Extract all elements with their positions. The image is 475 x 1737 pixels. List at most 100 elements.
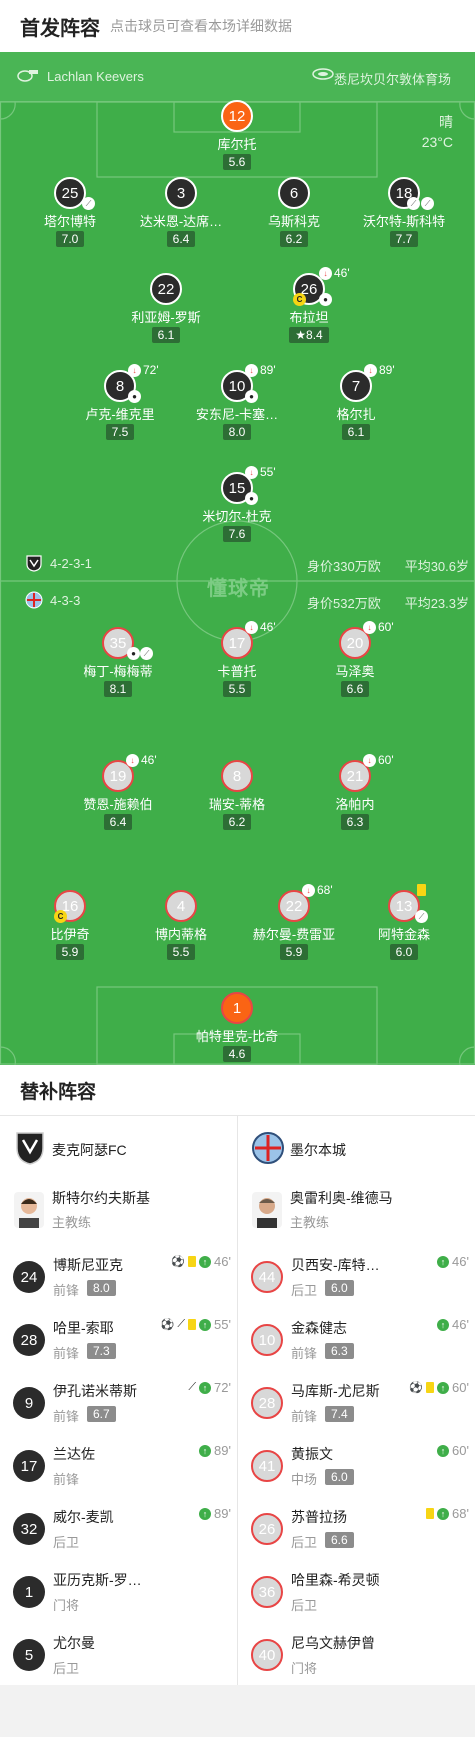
home-player[interactable]: 8 ↓ 72' ● 卢克-维克里 7.5 [60, 363, 180, 441]
sub-out-icon: ↓ [245, 621, 258, 634]
away-coach[interactable]: 奥雷利奥-维德马 主教练 [238, 1180, 475, 1244]
away-player[interactable]: 13 ⟋ 阿特金森 6.0 [344, 884, 464, 961]
away-player[interactable]: 16 C 比伊奇 5.9 [10, 890, 130, 961]
sub-out-icon: ↓ [302, 884, 315, 897]
sub-player[interactable]: 24 博斯尼亚克 前锋 8.0 ⚽ ↑ 46' [0, 1244, 237, 1307]
away-player[interactable]: 35 ● ⟋ 梅丁-梅梅蒂 8.1 [58, 627, 178, 698]
away-player[interactable]: 8 瑞安-蒂格 6.2 [177, 760, 297, 831]
player-number: 1 [221, 992, 253, 1024]
home-player[interactable]: 15 ↓ 55' ● 米切尔-杜克 7.6 [177, 465, 297, 543]
sub-in-icon: ↑ [437, 1444, 450, 1457]
player-rating: 6.1 [151, 327, 181, 343]
away-team-header[interactable]: 墨尔本城 [238, 1116, 475, 1180]
rating-value: 8.4 [306, 328, 323, 342]
away-formation: 4-3-3 [50, 593, 81, 608]
player-rating: 6.6 [325, 1532, 354, 1548]
away-player[interactable]: 4 博内蒂格 5.5 [121, 890, 241, 961]
player-name: 塔尔博特 [43, 214, 96, 229]
sub-minute: 55' [260, 465, 276, 479]
player-rating: 6.7 [87, 1406, 116, 1422]
coach-name: 奥雷利奥-维德马 [290, 1190, 393, 1206]
referee-name: Lachlan Keevers [47, 69, 144, 84]
home-team-header[interactable]: 麦克阿瑟FC [0, 1116, 237, 1180]
event-icons: ⚽ ↑ 46' [171, 1254, 231, 1269]
player-number: 24 [13, 1261, 45, 1293]
home-player-gk[interactable]: 12 库尔托 5.6 [177, 100, 297, 171]
sub-out-icon: ↓ [126, 754, 139, 767]
player-rating: 5.5 [222, 681, 252, 697]
sub-player[interactable]: 44 贝西安-库特… 后卫 6.0 ↑ 46' [238, 1244, 475, 1307]
player-rating: 6.0 [325, 1469, 354, 1485]
sub-player[interactable]: 5 尤尔曼 后卫 [0, 1622, 237, 1685]
player-name: 卢克-维克里 [85, 407, 155, 422]
away-player[interactable]: 21 ↓ 60' 洛帕内 6.3 [295, 753, 415, 831]
home-player[interactable]: 7 ↓ 89' 格尔扎 6.1 [296, 363, 416, 441]
player-name: 比伊奇 [50, 927, 90, 942]
sub-player[interactable]: 10 金森健志 前锋 6.3 ↑ 46' [238, 1307, 475, 1370]
event-icons: ⟋ ↑ 72' [188, 1380, 231, 1395]
sub-player[interactable]: 41 黄振文 中场 6.0 ↑ 60' [238, 1433, 475, 1496]
assist-icon: ⟋ [188, 1381, 197, 1393]
player-name: 卡普托 [217, 664, 257, 679]
player-rating: 6.4 [166, 231, 196, 247]
player-name: 尤尔曼 [53, 1635, 95, 1651]
player-position: 前锋 [291, 1346, 318, 1361]
sub-minute: 46' [334, 266, 350, 280]
home-value: 身价330万欧 [307, 559, 381, 574]
home-player[interactable]: 26 ↓ 46' C ● 布拉坦 ★8.4 [249, 266, 369, 344]
player-number: 9 [13, 1387, 45, 1419]
player-name: 黄振文 [291, 1446, 333, 1462]
substitutes-panel: 替补阵容 麦克阿瑟FC 斯特尔约夫斯基 主教练 24 博斯尼亚克 前锋 8.0 … [0, 1065, 475, 1685]
event-icons: ⚽ ⟋ ↑ 55' [161, 1317, 231, 1332]
away-player[interactable]: 20 ↓ 60' 马泽奥 6.6 [295, 620, 415, 698]
sub-in-icon: ↑ [199, 1255, 212, 1268]
event-icons: ↑ 60' [437, 1443, 469, 1458]
team-name: 墨尔本城 [290, 1142, 346, 1158]
player-rating: 6.0 [325, 1280, 354, 1296]
away-value: 身价532万欧 [307, 596, 381, 611]
sub-player[interactable]: 26 苏普拉扬 后卫 6.6 ↑ 68' [238, 1496, 475, 1559]
sub-player[interactable]: 32 威尔-麦凯 后卫 ↑ 89' [0, 1496, 237, 1559]
player-position: 前锋 [53, 1346, 80, 1361]
home-player[interactable]: 6 乌斯科克 6.2 [234, 177, 354, 248]
away-player-gk[interactable]: 1 帕特里克-比奇 4.6 [177, 992, 297, 1063]
player-rating: 6.4 [103, 814, 133, 830]
goal-icon: ● [245, 390, 258, 403]
player-name: 马库斯-尤尼斯 [291, 1383, 380, 1399]
sub-player[interactable]: 40 尼乌文赫伊曾 门将 [238, 1622, 475, 1685]
sub-minute: 46' [452, 1254, 469, 1269]
substitutes-title: 替补阵容 [20, 1082, 97, 1103]
assist-icon: ⟋ [177, 1318, 186, 1330]
player-number: 40 [251, 1639, 283, 1671]
sub-out-icon: ↓ [319, 267, 332, 280]
away-player[interactable]: 19 ↓ 46' 赞恩-施赖伯 6.4 [58, 753, 178, 831]
home-player[interactable]: 25 ⟋ 塔尔博特 7.0 [10, 177, 130, 248]
sub-player[interactable]: 9 伊孔诺米蒂斯 前锋 6.7 ⟋ ↑ 72' [0, 1370, 237, 1433]
home-player[interactable]: 22 利亚姆-罗斯 6.1 [106, 273, 226, 344]
goal-icon: ● [245, 492, 258, 505]
sub-player[interactable]: 36 哈里森-希灵顿 后卫 [238, 1559, 475, 1622]
player-name: 安东尼-卡塞… [195, 407, 279, 422]
player-name: 利亚姆-罗斯 [131, 310, 201, 325]
home-player[interactable]: 10 ↓ 89' ● 安东尼-卡塞… 8.0 [177, 363, 297, 441]
away-player[interactable]: 22 ↓ 68' 赫尔曼-费雷亚 5.9 [234, 883, 354, 961]
player-name: 达米恩-达席… [139, 214, 223, 229]
stadium-icon [312, 68, 334, 80]
player-position: 前锋 [53, 1472, 80, 1487]
away-player[interactable]: 17 ↓ 46' 卡普托 5.5 [177, 620, 297, 698]
sub-player[interactable]: 17 兰达佐 前锋 ↑ 89' [0, 1433, 237, 1496]
player-position: 后卫 [291, 1535, 318, 1550]
sub-player[interactable]: 28 马库斯-尤尼斯 前锋 7.4 ⚽ ↑ 60' [238, 1370, 475, 1433]
sub-out-icon: ↓ [245, 364, 258, 377]
home-player[interactable]: 3 达米恩-达席… 6.4 [121, 177, 241, 248]
sub-out-icon: ↓ [364, 364, 377, 377]
lineup-header: 首发阵容 点击球员可查看本场详细数据 [0, 0, 475, 52]
player-name: 帕特里克-比奇 [195, 1029, 279, 1044]
away-subs: 墨尔本城 奥雷利奥-维德马 主教练 44 贝西安-库特… 后卫 6.0 ↑ 46'… [238, 1116, 475, 1685]
player-name: 乌斯科克 [267, 214, 320, 229]
sub-player[interactable]: 1 亚历克斯-罗… 门将 [0, 1559, 237, 1622]
home-player[interactable]: 18 ⟋ ⟋ 沃尔特-斯科特 7.7 [344, 177, 464, 248]
sub-player[interactable]: 28 哈里-索耶 前锋 7.3 ⚽ ⟋ ↑ 55' [0, 1307, 237, 1370]
home-team-info: 4-2-3-1 身价330万欧 平均30.6岁 [0, 554, 475, 574]
home-coach[interactable]: 斯特尔约夫斯基 主教练 [0, 1180, 237, 1244]
